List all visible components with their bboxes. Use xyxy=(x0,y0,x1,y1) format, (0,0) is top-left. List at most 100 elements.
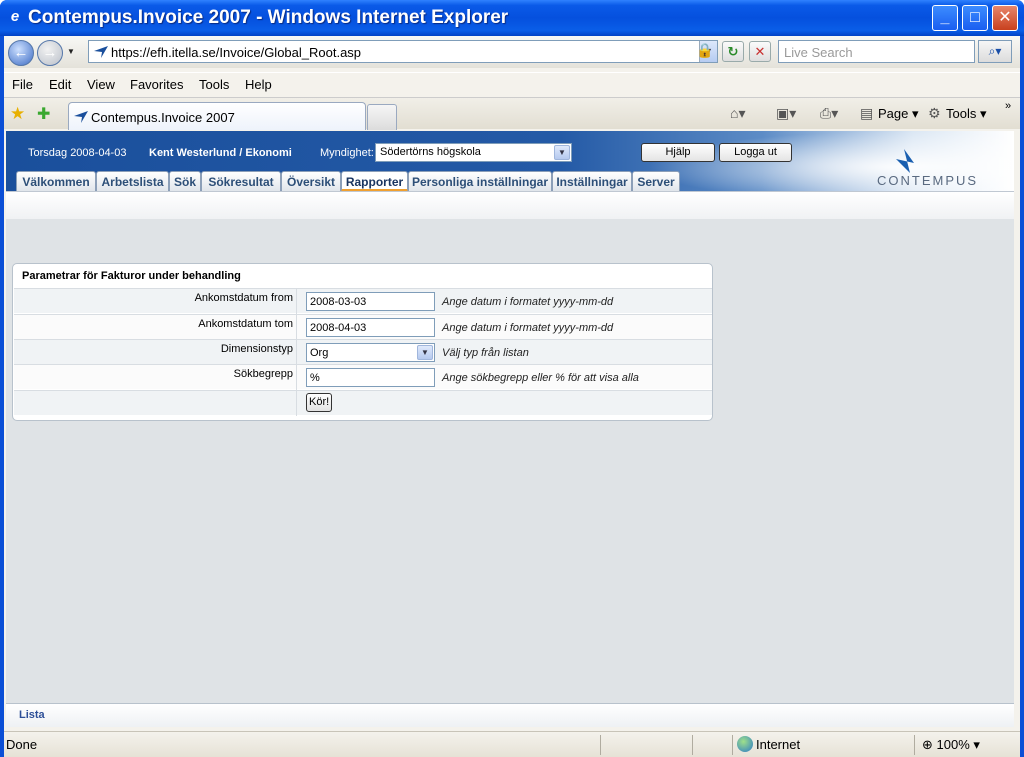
menu-view[interactable]: View xyxy=(87,77,115,92)
ie-logo-icon: e xyxy=(10,8,20,25)
row-divider xyxy=(296,289,297,314)
address-field[interactable]: https://efh.itella.se/Invoice/Global_Roo… xyxy=(88,40,718,63)
gear-icon: ⚙ xyxy=(928,105,941,121)
header-date: Torsdag 2008-04-03 xyxy=(28,147,127,159)
menu-edit[interactable]: Edit xyxy=(49,77,71,92)
search-term-input[interactable]: % xyxy=(306,368,435,387)
logout-button[interactable]: Logga ut xyxy=(719,143,792,162)
new-tab-button[interactable] xyxy=(367,104,397,130)
menu-tools[interactable]: Tools xyxy=(199,77,229,92)
tab-oversikt[interactable]: Översikt xyxy=(281,171,341,192)
maximize-button[interactable]: □ xyxy=(962,5,988,31)
tab-sokresultat[interactable]: Sökresultat xyxy=(201,171,281,192)
chevron-right-icon[interactable]: » xyxy=(1005,100,1011,112)
status-separator xyxy=(914,735,915,755)
status-separator xyxy=(732,735,733,755)
zoom-value: 100% xyxy=(936,737,970,752)
stop-button[interactable]: ✕ xyxy=(749,41,771,62)
chevron-down-icon[interactable]: ▼ xyxy=(554,145,570,160)
search-term-hint: Ange sökbegrepp eller % för att visa all… xyxy=(442,372,639,384)
authority-value: Södertörns högskola xyxy=(380,146,481,158)
search-placeholder: Live Search xyxy=(784,45,853,60)
dimension-type-value: Org xyxy=(310,347,329,359)
status-text: Done xyxy=(6,737,38,752)
lock-icon[interactable]: 🔒 xyxy=(694,42,716,62)
logo-text: CONTEMPUS xyxy=(877,173,979,188)
contempus-favicon-icon xyxy=(74,111,88,123)
history-dropdown-icon[interactable]: ▼ xyxy=(67,47,75,56)
tab-rapporter[interactable]: Rapporter xyxy=(341,171,408,192)
tab-personliga-installningar[interactable]: Personliga inställningar xyxy=(408,171,552,192)
home-icon[interactable]: ⌂▾ xyxy=(730,105,745,122)
back-button[interactable]: ← xyxy=(8,40,34,66)
to-date-input[interactable]: 2008-04-03 xyxy=(306,318,435,337)
menu-help[interactable]: Help xyxy=(245,77,272,92)
minimize-button[interactable]: _ xyxy=(932,5,958,31)
tab-installningar[interactable]: Inställningar xyxy=(552,171,632,192)
to-date-value: 2008-04-03 xyxy=(310,322,367,334)
refresh-button[interactable]: ↻ xyxy=(722,41,744,62)
to-date-label: Ankomstdatum tom xyxy=(198,318,293,330)
tab-server[interactable]: Server xyxy=(632,171,680,192)
search-input[interactable]: Live Search xyxy=(778,40,975,63)
status-separator xyxy=(692,735,693,755)
dimension-type-select[interactable]: Org ▼ xyxy=(306,343,435,362)
browser-tab-active[interactable]: Contempus.Invoice 2007 xyxy=(68,102,366,130)
tools-menu[interactable]: Tools ▾ xyxy=(946,106,987,122)
form-row-actions: Kör! xyxy=(14,390,712,416)
authority-select[interactable]: Södertörns högskola ▼ xyxy=(375,143,572,162)
feeds-icon[interactable]: ▣▾ xyxy=(776,105,796,122)
contempus-favicon-icon xyxy=(94,46,108,58)
search-term-label: Sökbegrepp xyxy=(233,368,293,380)
zoom-level[interactable]: ⊕ 100% ▾ xyxy=(922,737,980,753)
menu-file[interactable]: File xyxy=(12,77,33,92)
form-row-to-date: Ankomstdatum tom 2008-04-03 Ange datum i… xyxy=(14,314,712,340)
to-date-hint: Ange datum i formatet yyyy-mm-dd xyxy=(442,322,614,334)
contempus-logo-icon xyxy=(896,149,914,173)
panel-title: Parametrar för Fakturor under behandling xyxy=(22,270,241,282)
address-url: https://efh.itella.se/Invoice/Global_Roo… xyxy=(111,45,362,60)
menu-favorites[interactable]: Favorites xyxy=(130,77,183,92)
favorites-star-icon[interactable]: ★ xyxy=(10,104,25,124)
print-icon[interactable]: ⎙▾ xyxy=(820,105,838,122)
run-button[interactable]: Kör! xyxy=(306,393,333,412)
header-user: Kent Westerlund / Ekonomi xyxy=(149,147,292,159)
page-footer: Lista xyxy=(6,703,1014,727)
browser-window: e Contempus.Invoice 2007 - Windows Inter… xyxy=(0,0,1024,757)
dimension-type-hint: Välj typ från listan xyxy=(442,347,529,359)
authority-label: Myndighet: xyxy=(320,147,374,159)
page-menu[interactable]: Page ▾ xyxy=(878,106,919,122)
status-separator xyxy=(600,735,601,755)
tab-sok[interactable]: Sök xyxy=(169,171,201,192)
dimension-type-label: Dimensionstyp xyxy=(220,343,293,355)
from-date-value: 2008-03-03 xyxy=(310,296,367,308)
list-link[interactable]: Lista xyxy=(19,709,45,721)
status-bar: Done Internet ⊕ 100% ▾ xyxy=(4,731,1020,757)
tools-menu-label: Tools xyxy=(946,106,977,121)
window-title: Contempus.Invoice 2007 - Windows Interne… xyxy=(28,7,509,28)
form-row-search-term: Sökbegrepp % Ange sökbegrepp eller % för… xyxy=(14,364,712,390)
search-icon[interactable]: ⌕▾ xyxy=(978,40,1012,63)
page-menu-label: Page xyxy=(878,106,909,121)
menu-bar: File Edit View Favorites Tools Help xyxy=(4,72,1020,94)
tab-valkommen[interactable]: Välkommen xyxy=(16,171,96,192)
browser-tab-title: Contempus.Invoice 2007 xyxy=(91,110,235,125)
globe-icon xyxy=(737,736,753,752)
page-viewport: Torsdag 2008-04-03 Kent Westerlund / Eko… xyxy=(6,131,1014,727)
tab-arbetslista[interactable]: Arbetslista xyxy=(96,171,169,192)
chevron-down-icon[interactable]: ▼ xyxy=(417,345,433,360)
from-date-hint: Ange datum i formatet yyyy-mm-dd xyxy=(442,296,614,308)
row-divider xyxy=(296,365,297,390)
form-row-from-date: Ankomstdatum from 2008-03-03 Ange datum … xyxy=(14,288,712,314)
from-date-input[interactable]: 2008-03-03 xyxy=(306,292,435,311)
close-button[interactable]: ✕ xyxy=(992,5,1018,31)
help-button[interactable]: Hjälp xyxy=(641,143,715,162)
sub-toolbar-strip xyxy=(6,191,1014,219)
forward-button[interactable]: → xyxy=(37,40,63,66)
add-favorite-icon[interactable]: ✚ xyxy=(37,104,50,124)
row-divider xyxy=(296,391,297,416)
parameters-panel: Parametrar för Fakturor under behandling… xyxy=(12,263,713,421)
from-date-label: Ankomstdatum from xyxy=(194,292,293,304)
search-term-value: % xyxy=(310,372,320,384)
tabs-toolbar: ★ ✚ Contempus.Invoice 2007 ⌂▾ ▣▾ ⎙▾ ▤ Pa… xyxy=(4,97,1020,130)
